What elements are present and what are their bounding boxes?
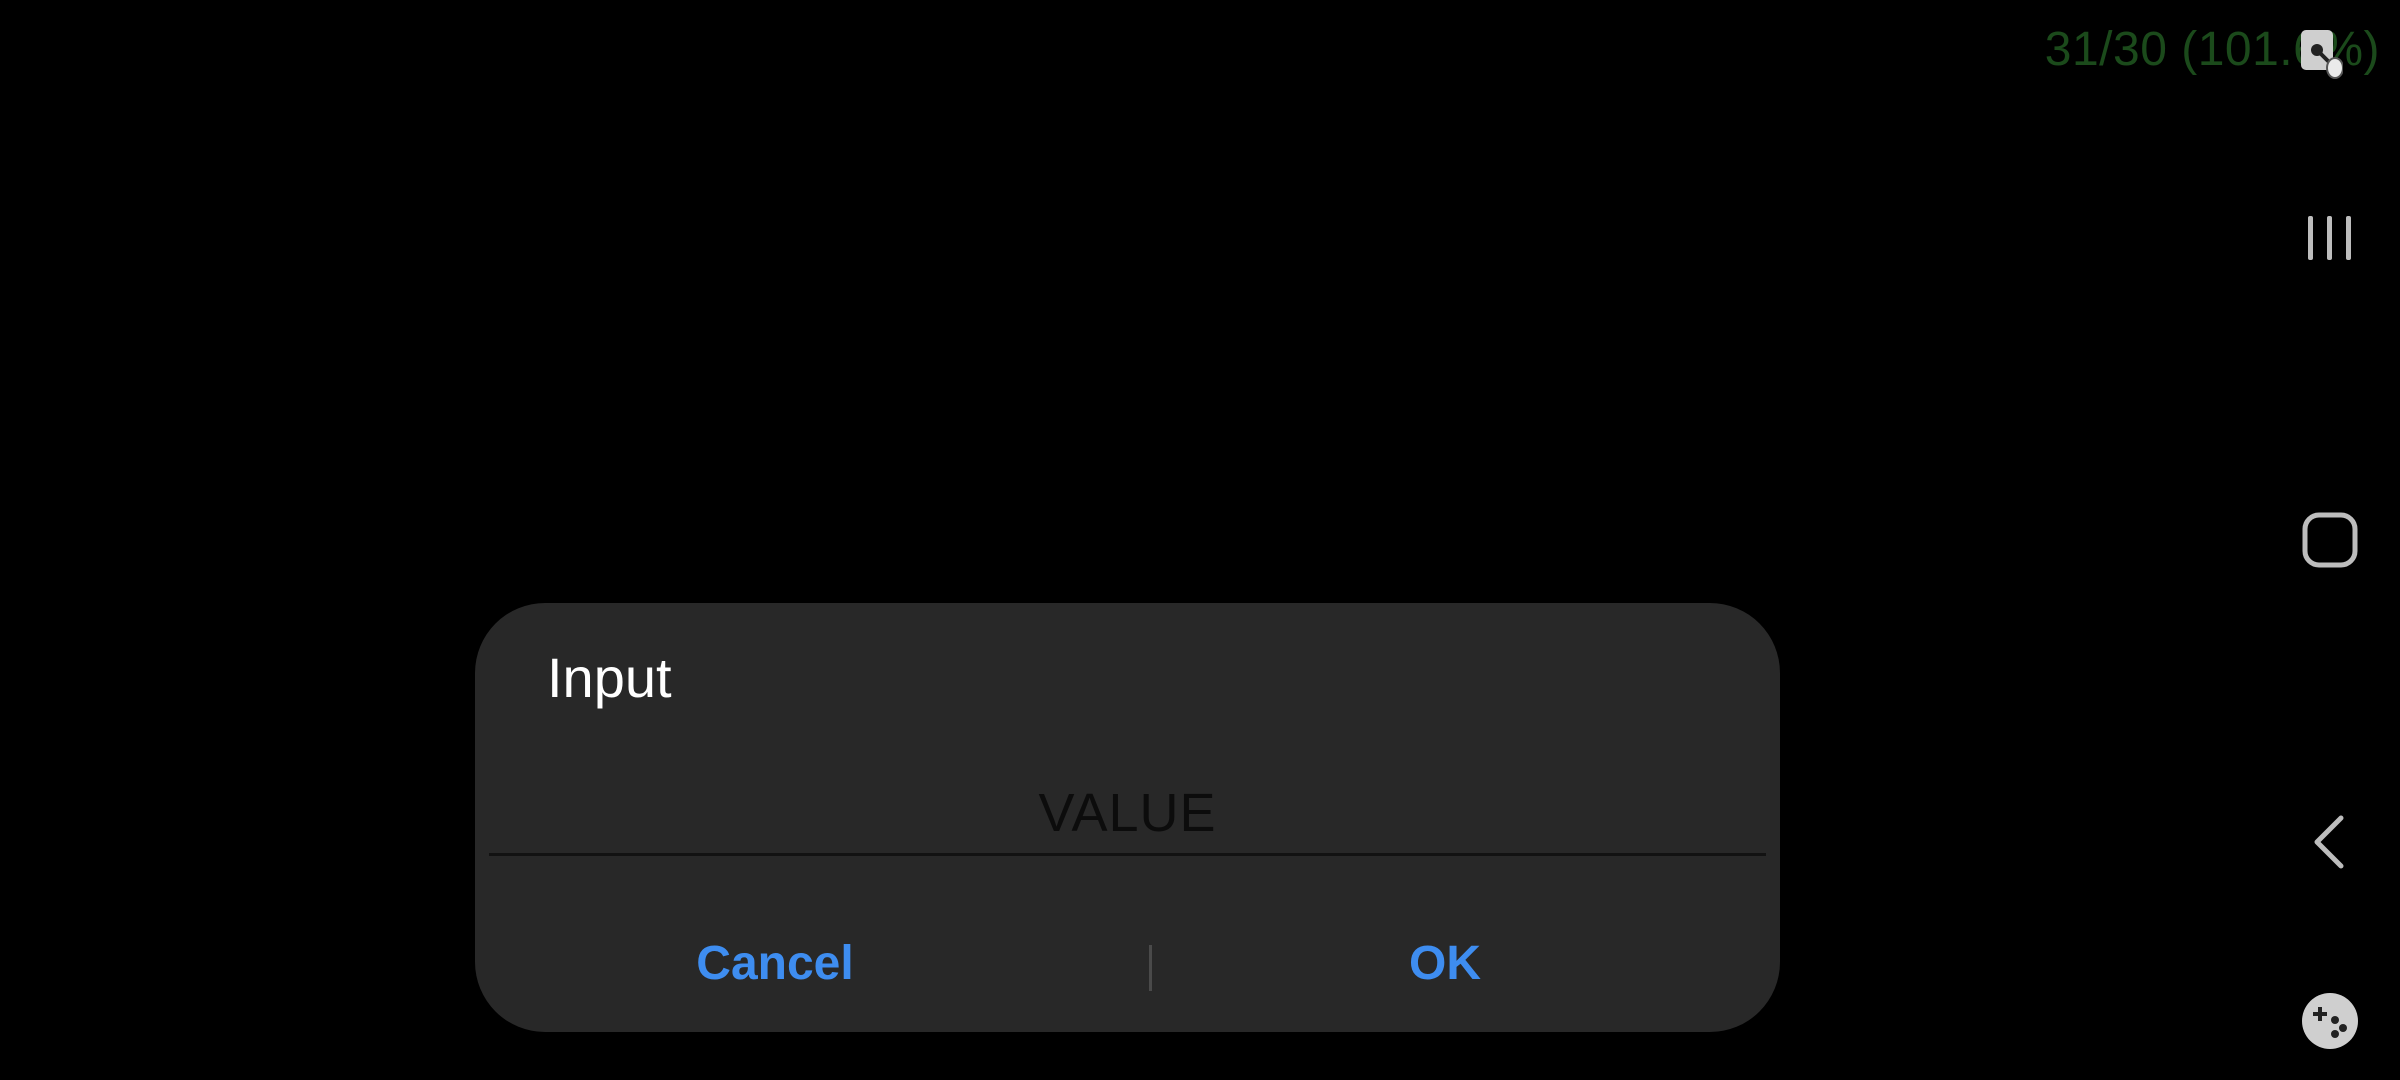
- input-field-container: [489, 773, 1766, 856]
- dialog-title: Input: [547, 646, 672, 709]
- back-icon: [2314, 815, 2344, 869]
- screen: 31/30 (101.6%) Input VALUE Cancel OK: [0, 0, 2400, 1080]
- home-button[interactable]: [2275, 485, 2385, 595]
- recents-button[interactable]: [2275, 183, 2385, 293]
- value-input[interactable]: [489, 773, 1766, 853]
- recents-icon: [2308, 216, 2351, 260]
- navigation-bar: [2260, 0, 2400, 1080]
- home-icon: [2302, 512, 2358, 568]
- ok-button[interactable]: OK: [1185, 913, 1705, 1013]
- button-divider: [1149, 945, 1152, 991]
- input-dialog: Input Cancel OK: [475, 603, 1780, 1032]
- cancel-button[interactable]: Cancel: [515, 913, 1035, 1013]
- game-tools-icon: [2302, 993, 2358, 1049]
- game-tools-button[interactable]: [2275, 966, 2385, 1076]
- back-button[interactable]: [2275, 787, 2385, 897]
- dialog-button-bar: Cancel OK: [475, 913, 1780, 1013]
